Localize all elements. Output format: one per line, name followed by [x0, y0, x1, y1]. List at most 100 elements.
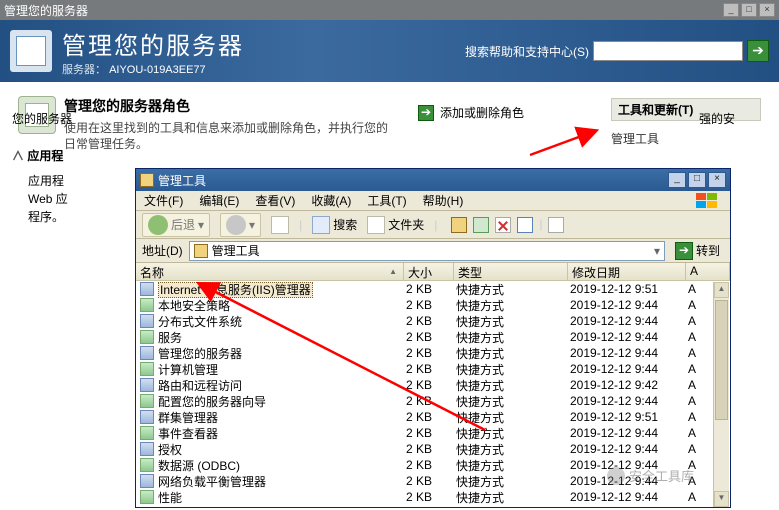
admin-tools-title: 管理工具: [158, 172, 206, 189]
delete-icon[interactable]: [495, 217, 511, 233]
address-input[interactable]: 管理工具 ▾: [189, 241, 665, 261]
frag-3: 程序。: [28, 208, 150, 226]
shortcut-icon: [140, 282, 154, 296]
shortcut-icon: [140, 362, 154, 376]
list-item[interactable]: 事件查看器2 KB快捷方式2019-12-12 9:44A: [136, 425, 730, 441]
address-value: 管理工具: [212, 242, 260, 259]
scroll-thumb[interactable]: [715, 300, 728, 420]
list-item[interactable]: Internet 信息服务(IIS)管理器2 KB快捷方式2019-12-12 …: [136, 281, 730, 297]
admin-tools-toolbar: 后退 ▾ ▾ | 搜索 文件夹 | |: [136, 211, 730, 239]
search-go-button[interactable]: ➔: [747, 40, 769, 62]
address-go-label: 转到: [696, 242, 720, 259]
list-item[interactable]: 群集管理器2 KB快捷方式2019-12-12 9:51A: [136, 409, 730, 425]
shortcut-icon: [140, 330, 154, 344]
shortcut-icon: [140, 314, 154, 328]
nav-back-label: 后退: [171, 216, 195, 233]
move-to-icon[interactable]: [451, 217, 467, 233]
bg-window-title: 管理您的服务器: [4, 2, 88, 19]
shortcut-icon: [140, 410, 154, 424]
admin-tools-menubar: 文件(F) 编辑(E) 查看(V) 收藏(A) 工具(T) 帮助(H): [136, 191, 730, 211]
file-list[interactable]: ▲ ▼ Internet 信息服务(IIS)管理器2 KB快捷方式2019-12…: [136, 281, 730, 507]
views-icon[interactable]: [548, 217, 564, 233]
shortcut-icon: [140, 346, 154, 360]
frag-1: 应用程: [28, 172, 150, 190]
nav-back-button[interactable]: 后退 ▾: [142, 213, 210, 237]
your-server-label: 您的服务器: [12, 110, 150, 127]
col-header-size[interactable]: 大小: [404, 263, 454, 280]
shortcut-icon: [140, 474, 154, 488]
add-remove-roles-link[interactable]: ➔ 添加或删除角色: [418, 104, 524, 121]
search-label: 搜索帮助和支持中心(S): [465, 43, 589, 60]
server-label: 服务器：: [62, 64, 106, 76]
bg-window-titlebar[interactable]: 管理您的服务器 _ □ ×: [0, 0, 779, 20]
menu-view[interactable]: 查看(V): [255, 192, 295, 209]
list-item[interactable]: 网络负载平衡管理器2 KB快捷方式2019-12-12 9:44A: [136, 473, 730, 489]
list-item[interactable]: 数据源 (ODBC)2 KB快捷方式2019-12-12 9:44A: [136, 457, 730, 473]
windows-flag-icon: [692, 192, 722, 210]
list-item[interactable]: 配置您的服务器向导2 KB快捷方式2019-12-12 9:44A: [136, 393, 730, 409]
search-btn-label: 搜索: [333, 216, 357, 233]
undo-icon[interactable]: [517, 217, 533, 233]
back-arrow-icon: [148, 215, 168, 235]
bg-header-banner: 管理您的服务器 服务器： AIYOU-019A3EE77 搜索帮助和支持中心(S…: [0, 20, 779, 82]
menu-favorites[interactable]: 收藏(A): [311, 192, 351, 209]
col-header-type[interactable]: 类型: [454, 263, 568, 280]
shortcut-icon: [140, 394, 154, 408]
list-item[interactable]: 管理您的服务器2 KB快捷方式2019-12-12 9:44A: [136, 345, 730, 361]
menu-help[interactable]: 帮助(H): [423, 192, 464, 209]
search-input[interactable]: [593, 41, 743, 61]
shortcut-icon: [140, 458, 154, 472]
list-item[interactable]: 服务2 KB快捷方式2019-12-12 9:44A: [136, 329, 730, 345]
folders-icon: [367, 216, 385, 234]
address-go-button[interactable]: ➔ 转到: [671, 241, 724, 261]
menu-edit[interactable]: 编辑(E): [199, 192, 239, 209]
folders-btn-label: 文件夹: [388, 216, 424, 233]
search-button[interactable]: 搜索: [312, 216, 357, 234]
scroll-up-arrow[interactable]: ▲: [714, 282, 729, 298]
list-item[interactable]: 本地安全策略2 KB快捷方式2019-12-12 9:44A: [136, 297, 730, 313]
frag-2: Web 应: [28, 190, 150, 208]
at-maximize-button[interactable]: □: [688, 172, 706, 188]
at-minimize-button[interactable]: _: [668, 172, 686, 188]
app-group-header[interactable]: 应用程: [12, 147, 150, 164]
server-name: AIYOU-019A3EE77: [109, 64, 206, 76]
folder-icon: [140, 173, 154, 187]
list-item[interactable]: 分布式文件系统2 KB快捷方式2019-12-12 9:44A: [136, 313, 730, 329]
menu-tools[interactable]: 工具(T): [367, 192, 406, 209]
list-item[interactable]: 路由和远程访问2 KB快捷方式2019-12-12 9:42A: [136, 377, 730, 393]
shortcut-icon: [140, 378, 154, 392]
bg-maximize-button[interactable]: □: [741, 3, 757, 17]
secure-fragment: 强的安: [699, 110, 735, 127]
arrow-right-icon: ➔: [418, 105, 434, 121]
shortcut-icon: [140, 442, 154, 456]
forward-arrow-icon: [226, 215, 246, 235]
list-header: 名称▲ 大小 类型 修改日期 A: [136, 263, 730, 281]
search-icon: [312, 216, 330, 234]
list-item[interactable]: 性能2 KB快捷方式2019-12-12 9:44A: [136, 489, 730, 505]
at-close-button[interactable]: ×: [708, 172, 726, 188]
shortcut-icon: [140, 298, 154, 312]
col-header-name[interactable]: 名称▲: [136, 263, 404, 280]
add-remove-roles-label: 添加或删除角色: [440, 104, 524, 121]
go-arrow-icon: ➔: [675, 242, 693, 260]
bg-close-button[interactable]: ×: [759, 3, 775, 17]
copy-to-icon[interactable]: [473, 217, 489, 233]
col-header-attr[interactable]: A: [686, 263, 730, 280]
col-header-date[interactable]: 修改日期: [568, 263, 686, 280]
folder-icon: [194, 244, 208, 258]
tools-updates-heading: 工具和更新(T): [611, 98, 761, 121]
vertical-scrollbar[interactable]: ▲ ▼: [713, 282, 729, 507]
admin-tools-titlebar[interactable]: 管理工具 _ □ ×: [136, 169, 730, 191]
bg-minimize-button[interactable]: _: [723, 3, 739, 17]
admin-tools-link[interactable]: 管理工具: [611, 129, 761, 149]
list-item[interactable]: 计算机管理2 KB快捷方式2019-12-12 9:44A: [136, 361, 730, 377]
nav-forward-button: ▾: [220, 213, 261, 237]
scroll-down-arrow[interactable]: ▼: [714, 491, 729, 507]
address-label: 地址(D): [142, 242, 183, 259]
shortcut-icon: [140, 426, 154, 440]
folders-button[interactable]: 文件夹: [367, 216, 424, 234]
list-item[interactable]: 授权2 KB快捷方式2019-12-12 9:44A: [136, 441, 730, 457]
nav-up-button[interactable]: [271, 216, 289, 234]
admin-tools-window: 管理工具 _ □ × 文件(F) 编辑(E) 查看(V) 收藏(A) 工具(T)…: [135, 168, 731, 508]
menu-file[interactable]: 文件(F): [144, 192, 183, 209]
